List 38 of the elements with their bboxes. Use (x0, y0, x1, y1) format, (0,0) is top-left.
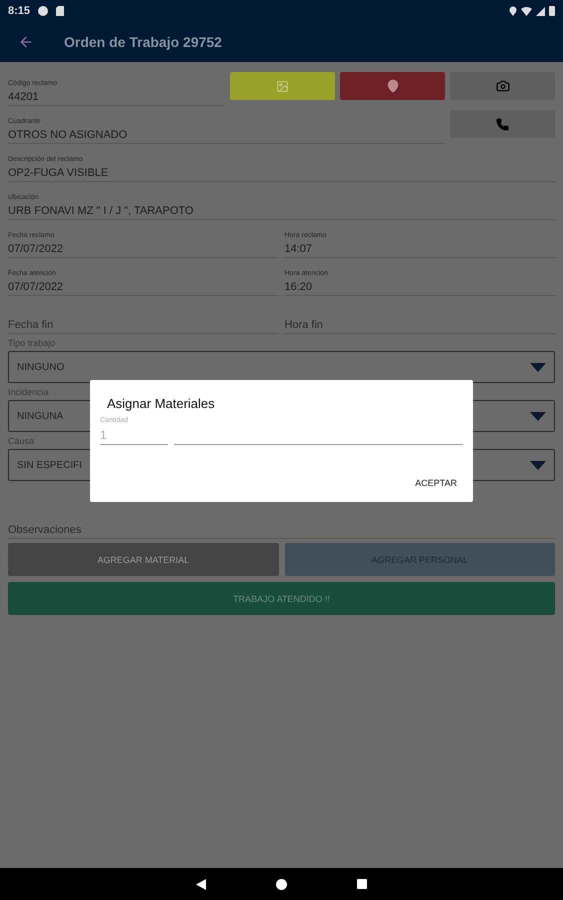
map-pin-icon (386, 79, 400, 93)
field-placeholder: Hora fin (284, 319, 324, 331)
back-nav-icon[interactable] (196, 878, 206, 890)
action-button[interactable]: TRABAJO ATENDIDO !! (8, 582, 555, 615)
field-value: 14:07 (284, 243, 314, 255)
location-button[interactable] (340, 72, 445, 100)
field-value: OTROS NO ASIGNADO (8, 129, 128, 141)
field-value: 1 (100, 428, 108, 442)
phone-button[interactable] (450, 110, 555, 138)
field-placeholder: Observaciones (8, 524, 82, 536)
home-nav-icon[interactable] (276, 878, 287, 890)
field-value: 07/07/2022 (8, 243, 64, 255)
notification-icon (38, 6, 48, 16)
camera-icon (496, 79, 510, 93)
camera-button[interactable] (450, 72, 555, 100)
accept-button[interactable]: ACEPTAR (409, 476, 463, 490)
field-value: URB FONAVI MZ " I / J ", TARAPOTO (8, 205, 194, 217)
dropdown-arrow-icon (530, 362, 546, 372)
status-time: 8:15 (8, 5, 30, 17)
signal-icon (536, 6, 545, 16)
dropdown-arrow-icon (530, 460, 546, 470)
battery-icon (549, 6, 555, 16)
field-value: 16:20 (284, 281, 314, 293)
dropdown-arrow-icon (530, 412, 546, 420)
phone-icon (496, 118, 509, 130)
screen-title: Orden de Trabajo 29752 (64, 34, 222, 50)
wifi-icon (521, 6, 532, 16)
image-icon (276, 80, 289, 92)
dialog-title: Asignar Materiales (107, 396, 216, 411)
field-placeholder: Fecha fin (8, 319, 54, 331)
field-value: OP2-FUGA VISIBLE (8, 167, 110, 179)
sd-card-icon (56, 6, 64, 16)
text-field[interactable]: Hora fin (284, 296, 555, 334)
text-field[interactable]: Fecha fin (8, 296, 278, 334)
action-button[interactable]: AGREGAR MATERIAL (8, 543, 278, 576)
field-value: 07/07/2022 (8, 281, 64, 293)
location-icon (509, 6, 517, 16)
field-value: 44201 (8, 91, 40, 103)
